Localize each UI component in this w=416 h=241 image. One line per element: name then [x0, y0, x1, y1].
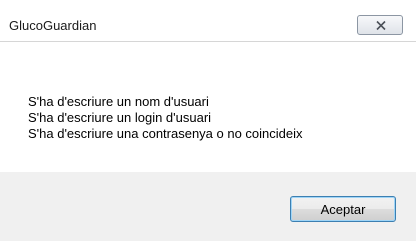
message-list: S'ha d'escriure un nom d'usuari S'ha d'e… — [28, 94, 303, 142]
message-line: S'ha d'escriure un nom d'usuari — [28, 94, 209, 109]
button-bar: Aceptar — [0, 172, 416, 241]
close-x-icon — [376, 20, 386, 31]
close-button[interactable] — [357, 15, 403, 35]
window-title: GlucoGuardian — [9, 18, 97, 33]
message-dialog: GlucoGuardian S'ha d'escriure un nom d'u… — [0, 10, 416, 241]
message-area: S'ha d'escriure un nom d'usuari S'ha d'e… — [0, 42, 416, 172]
accept-button[interactable]: Aceptar — [290, 196, 396, 222]
message-line: S'ha d'escriure un login d'usuari — [28, 110, 212, 125]
title-bar[interactable]: GlucoGuardian — [0, 10, 416, 42]
message-line: S'ha d'escriure una contrasenya o no coi… — [28, 126, 303, 141]
